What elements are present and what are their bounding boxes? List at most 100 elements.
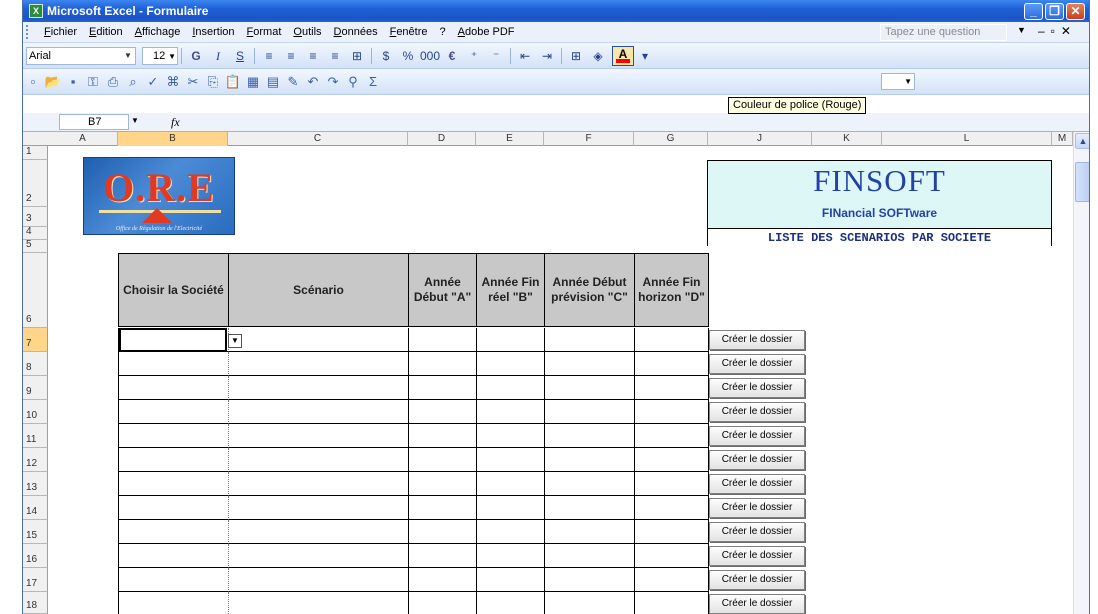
print-preview-icon[interactable]: ⌕ xyxy=(124,73,142,91)
table-cell[interactable] xyxy=(228,496,408,520)
create-folder-button[interactable]: Créer le dossier xyxy=(709,546,805,566)
table-cell[interactable] xyxy=(408,448,476,472)
ask-question-input[interactable]: Tapez une question xyxy=(880,24,1007,41)
row-header-10[interactable]: 10 xyxy=(23,400,48,424)
redo-icon[interactable]: ↷ xyxy=(324,73,342,91)
table-cell[interactable] xyxy=(634,448,709,472)
menu-adobe-pdf[interactable]: Adobe PDF xyxy=(452,26,521,38)
table-cell[interactable] xyxy=(408,328,476,352)
font-name-select[interactable]: Arial ▼ xyxy=(26,46,136,65)
create-folder-button[interactable]: Créer le dossier xyxy=(709,594,805,614)
document-controls-icon[interactable]: –▫✕ xyxy=(1038,24,1077,38)
underline-button[interactable]: S xyxy=(230,46,250,66)
table-cell[interactable] xyxy=(476,448,544,472)
row-header-16[interactable]: 16 xyxy=(23,544,48,568)
menu-donnees[interactable]: Données xyxy=(328,26,384,38)
create-folder-button[interactable]: Créer le dossier xyxy=(709,330,805,350)
row-header-11[interactable]: 11 xyxy=(23,424,48,448)
row-header-17[interactable]: 17 xyxy=(23,568,48,592)
menu-fenetre[interactable]: Fenêtre xyxy=(384,26,434,38)
row-header-5[interactable]: 5 xyxy=(23,239,48,253)
decrease-decimal-icon[interactable]: ⁻ xyxy=(486,46,506,66)
column-header-c[interactable]: C xyxy=(228,132,408,146)
save-icon[interactable]: ▪ xyxy=(64,73,82,91)
sum-icon[interactable]: Σ xyxy=(364,73,382,91)
table-cell[interactable] xyxy=(228,520,408,544)
create-folder-button[interactable]: Créer le dossier xyxy=(709,522,805,542)
table-cell[interactable] xyxy=(408,496,476,520)
table-cell[interactable] xyxy=(634,592,709,614)
table-cell[interactable] xyxy=(408,352,476,376)
table-cell[interactable] xyxy=(634,400,709,424)
print-icon[interactable]: ⎙ xyxy=(104,73,122,91)
table-cell[interactable] xyxy=(118,448,228,472)
table-cell[interactable] xyxy=(634,328,709,352)
table-cell[interactable] xyxy=(228,376,408,400)
italic-button[interactable]: I xyxy=(208,46,228,66)
table-cell[interactable] xyxy=(544,592,634,614)
table-cell[interactable] xyxy=(476,424,544,448)
borders-icon[interactable]: ⊞ xyxy=(566,46,586,66)
table-cell[interactable] xyxy=(118,400,228,424)
table-cell[interactable] xyxy=(408,376,476,400)
increase-decimal-icon[interactable]: ⁺ xyxy=(464,46,484,66)
table-cell[interactable] xyxy=(228,400,408,424)
cut-icon[interactable]: ✂ xyxy=(184,73,202,91)
table-cell[interactable] xyxy=(228,352,408,376)
create-folder-button[interactable]: Créer le dossier xyxy=(709,426,805,446)
column-header-f[interactable]: F xyxy=(544,132,634,146)
align-center-icon[interactable]: ≡ xyxy=(281,46,301,66)
euro-icon[interactable]: € xyxy=(442,46,462,66)
table-cell[interactable] xyxy=(476,376,544,400)
create-folder-button[interactable]: Créer le dossier xyxy=(709,498,805,518)
table-cell[interactable] xyxy=(634,568,709,592)
table-cell[interactable] xyxy=(634,496,709,520)
table-cell[interactable] xyxy=(544,496,634,520)
table-cell[interactable] xyxy=(476,568,544,592)
align-right-icon[interactable]: ≡ xyxy=(303,46,323,66)
table-cell[interactable] xyxy=(118,496,228,520)
table-cell[interactable] xyxy=(408,568,476,592)
scroll-thumb[interactable] xyxy=(1075,162,1089,202)
row-header-1[interactable]: 1 xyxy=(23,146,48,160)
menu-format[interactable]: Format xyxy=(241,26,288,38)
table-cell[interactable] xyxy=(544,472,634,496)
column-header-j[interactable]: J xyxy=(708,132,812,146)
menu-edition[interactable]: Edition xyxy=(83,26,129,38)
font-color-button[interactable]: A xyxy=(612,45,634,66)
table-cell[interactable] xyxy=(408,520,476,544)
create-folder-button[interactable]: Créer le dossier xyxy=(709,402,805,422)
row-header-13[interactable]: 13 xyxy=(23,472,48,496)
table-cell[interactable] xyxy=(476,352,544,376)
active-cell-b7[interactable] xyxy=(119,328,227,352)
create-folder-button[interactable]: Créer le dossier xyxy=(709,354,805,374)
table-cell[interactable] xyxy=(228,448,408,472)
menu-help[interactable]: ? xyxy=(434,26,452,38)
table-cell[interactable] xyxy=(118,472,228,496)
table-cell[interactable] xyxy=(544,424,634,448)
table-cell[interactable] xyxy=(544,448,634,472)
column-header-a[interactable]: A xyxy=(48,132,118,146)
menu-grip-icon[interactable] xyxy=(26,25,38,39)
table-cell[interactable] xyxy=(476,400,544,424)
row-header-12[interactable]: 12 xyxy=(23,448,48,472)
bold-button[interactable]: G xyxy=(186,46,206,66)
chevron-down-icon[interactable]: ▾ xyxy=(635,46,655,66)
table-cell[interactable] xyxy=(228,472,408,496)
merge-center-icon[interactable]: ⊞ xyxy=(347,46,367,66)
menu-insertion[interactable]: Insertion xyxy=(186,26,240,38)
table-icon[interactable]: ▦ xyxy=(244,73,262,91)
table-cell[interactable] xyxy=(118,520,228,544)
table-cell[interactable] xyxy=(118,352,228,376)
table-cell[interactable] xyxy=(408,400,476,424)
column-header-b[interactable]: B xyxy=(118,132,228,146)
table-cell[interactable] xyxy=(118,376,228,400)
row-header-8[interactable]: 8 xyxy=(23,352,48,376)
company-dropdown-icon[interactable]: ▼ xyxy=(228,334,242,348)
table-cell[interactable] xyxy=(118,568,228,592)
create-folder-button[interactable]: Créer le dossier xyxy=(709,378,805,398)
hyperlink-icon[interactable]: ⚲ xyxy=(344,73,362,91)
table-cell[interactable] xyxy=(228,568,408,592)
align-left-icon[interactable]: ≡ xyxy=(259,46,279,66)
row-header-9[interactable]: 9 xyxy=(23,376,48,400)
